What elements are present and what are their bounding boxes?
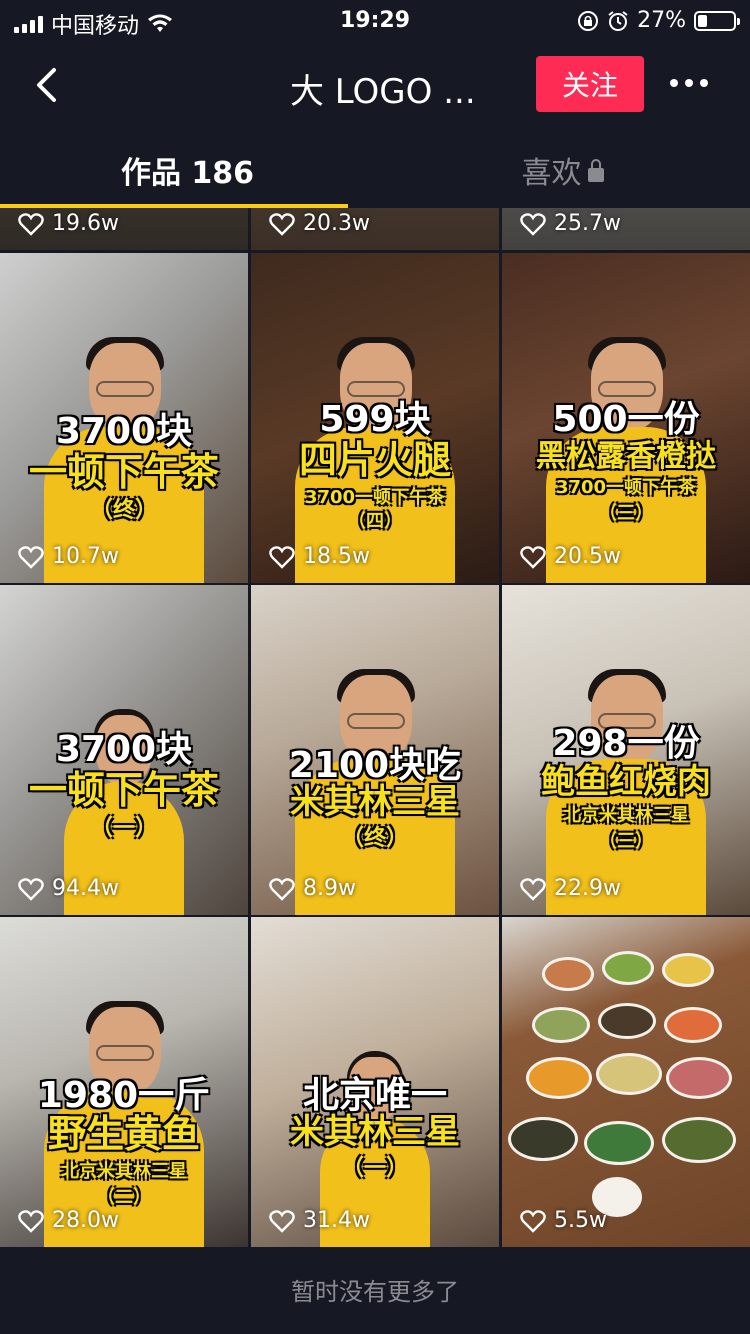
like-count: 25.7w [554, 211, 621, 236]
like-count: 8.9w [303, 876, 356, 901]
status-bar: 中国移动 19:29 27% [0, 0, 750, 40]
video-caption-subtitle: 黑松露香橙挞 [536, 439, 716, 474]
heart-icon [18, 877, 44, 901]
alarm-icon [608, 10, 628, 31]
video-caption-subtitle: 米其林三星 [290, 1112, 460, 1152]
rotation-lock-icon [578, 10, 599, 31]
back-button[interactable] [24, 60, 74, 110]
heart-icon [18, 212, 44, 236]
heart-icon [520, 212, 546, 236]
tab-bar: 作品 186 喜欢 [0, 130, 750, 208]
like-count: 20.3w [303, 211, 370, 236]
video-caption-note: （四） [348, 511, 402, 532]
like-count: 10.7w [52, 544, 119, 569]
video-thumbnail[interactable]: 1980一斤 野生黄鱼 北京米其林三星 （二） 28.0w [0, 917, 248, 1247]
heart-icon [269, 212, 295, 236]
video-thumbnail[interactable]: 5.5w [502, 917, 750, 1247]
tab-likes-label: 喜欢 [521, 156, 582, 191]
video-caption-title: 北京唯一 [302, 1075, 447, 1116]
video-thumbnail[interactable]: 19.6w [0, 208, 248, 250]
video-thumbnail[interactable]: 3700块 一顿下午茶 （终） 10.7w [0, 253, 248, 583]
like-count: 19.6w [52, 211, 119, 236]
like-count: 94.4w [52, 876, 119, 901]
video-caption-title: 2100块吃 [288, 745, 462, 786]
heart-icon [269, 545, 295, 569]
video-caption-subtitle: 米其林三星 [290, 782, 460, 822]
video-thumbnail[interactable]: 298一份 鲍鱼红烧肉 北京米其林三星 （三） 22.9w [502, 585, 750, 915]
nav-bar: 大 LOGO ... 关注 [0, 40, 750, 130]
video-caption-subtitle: 鲍鱼红烧肉 [541, 762, 711, 802]
video-caption-subtitle: 四片火腿 [298, 438, 451, 482]
video-caption-note: 北京米其林三星 [61, 1161, 187, 1182]
video-caption-title: 298一份 [552, 723, 700, 764]
like-count: 31.4w [303, 1208, 370, 1233]
heart-icon [269, 1209, 295, 1233]
tab-likes[interactable]: 喜欢 [375, 148, 750, 192]
video-thumbnail[interactable]: 20.3w [251, 208, 499, 250]
like-count: 20.5w [554, 544, 621, 569]
video-caption-title: 500一份 [552, 399, 700, 440]
video-thumbnail[interactable]: 北京唯一 米其林三星 （一） 31.4w [251, 917, 499, 1247]
video-thumbnail[interactable]: 3700块 一顿下午茶 （一） 94.4w [0, 585, 248, 915]
like-count: 5.5w [554, 1208, 607, 1233]
video-caption-title: 3700块 [55, 729, 193, 770]
battery-percent: 27% [637, 8, 686, 33]
like-count: 28.0w [52, 1208, 119, 1233]
video-caption-subtitle: 野生黄鱼 [47, 1112, 200, 1156]
tab-works[interactable]: 作品 186 [0, 148, 375, 192]
end-of-list-text: 暂时没有更多了 [291, 1278, 459, 1306]
video-caption-note: （终） [90, 498, 157, 523]
more-dots-icon [670, 79, 678, 87]
video-caption-note: 3700一顿下午茶 [555, 477, 697, 498]
heart-icon [269, 877, 295, 901]
video-thumbnail[interactable]: 500一份 黑松露香橙挞 3700一顿下午茶 （三） 20.5w [502, 253, 750, 583]
video-thumbnail[interactable]: 25.7w [502, 208, 750, 250]
heart-icon [520, 545, 546, 569]
video-thumbnail[interactable]: 599块 四片火腿 3700一顿下午茶 （四） 18.5w [251, 253, 499, 583]
follow-button[interactable]: 关注 [536, 56, 644, 112]
video-caption-note: （一） [90, 816, 157, 841]
video-caption-note: （三） [599, 831, 653, 852]
video-caption-title: 599块 [319, 399, 431, 440]
video-caption-note: 北京米其林三星 [563, 805, 689, 826]
more-options-button[interactable] [664, 68, 714, 98]
lock-icon [587, 158, 604, 182]
video-caption-subtitle: 一顿下午茶 [28, 450, 219, 494]
page-title: 大 LOGO ... [290, 72, 476, 112]
video-caption-subtitle: 一顿下午茶 [28, 768, 219, 812]
chevron-left-icon [37, 68, 56, 102]
video-caption-title: 1980一斤 [37, 1075, 211, 1116]
like-count: 22.9w [554, 876, 621, 901]
heart-icon [520, 877, 546, 901]
video-caption-note: （二） [97, 1187, 151, 1208]
heart-icon [520, 1209, 546, 1233]
battery-icon [694, 10, 740, 31]
heart-icon [18, 545, 44, 569]
video-caption-note: （一） [341, 1156, 408, 1181]
like-count: 18.5w [303, 544, 370, 569]
video-thumbnail[interactable]: 2100块吃 米其林三星 （终） 8.9w [251, 585, 499, 915]
video-caption-note: 3700一顿下午茶 [304, 487, 446, 508]
video-caption-note: （终） [341, 826, 408, 851]
video-grid: 19.6w 20.3w 25.7w 3700块 一顿下午茶 （终） 10.7w … [0, 208, 750, 1248]
video-caption-title: 3700块 [55, 411, 193, 452]
heart-icon [18, 1209, 44, 1233]
video-caption-note: （三） [599, 503, 653, 524]
